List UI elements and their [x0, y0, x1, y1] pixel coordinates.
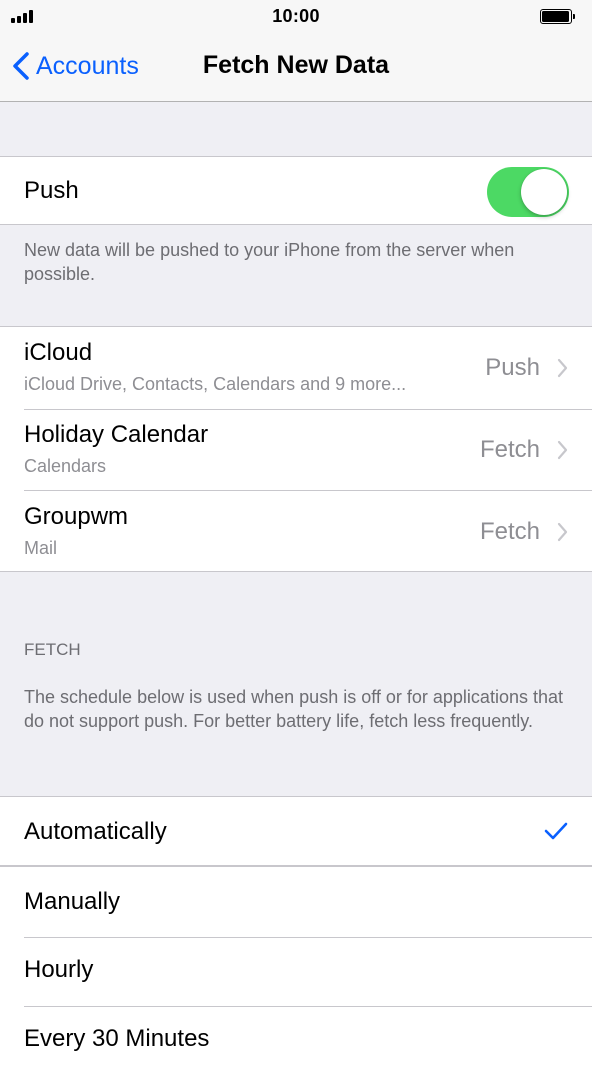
account-detail: iCloud Drive, Contacts, Calendars and 9 …: [24, 374, 407, 394]
account-fetch-value: Push: [485, 354, 540, 381]
push-label: Push: [24, 177, 79, 204]
fetch-section-header: FETCH: [24, 640, 81, 659]
account-detail: Calendars: [24, 456, 107, 476]
navigation-bar: Accounts Fetch New Data: [0, 34, 592, 102]
fetch-options-group: Automatically Manually Hourly Every 30 M…: [0, 796, 592, 1067]
fetch-option-every-30-minutes[interactable]: Every 30 Minutes: [0, 1007, 592, 1067]
chevron-right-icon: [557, 440, 568, 460]
fetch-option-hourly[interactable]: Hourly: [0, 938, 592, 1006]
push-group: Push: [0, 156, 592, 225]
account-row-holiday-calendar[interactable]: Holiday Calendar Calendars Fetch: [0, 410, 592, 490]
status-time: 10:00: [272, 6, 320, 26]
chevron-right-icon: [557, 522, 568, 542]
battery-icon: [540, 9, 576, 24]
account-name: Holiday Calendar: [24, 421, 209, 448]
fetch-option-label: Every 30 Minutes: [24, 1025, 210, 1052]
status-bar: 10:00: [0, 0, 592, 34]
toggle-knob: [521, 169, 567, 215]
account-row-icloud[interactable]: iCloud iCloud Drive, Contacts, Calendars…: [0, 327, 592, 409]
page-title-text: Fetch New Data: [202, 51, 390, 79]
push-toggle[interactable]: [487, 167, 569, 217]
account-name: Groupwm: [24, 503, 129, 530]
accounts-group: iCloud iCloud Drive, Contacts, Calendars…: [0, 326, 592, 572]
checkmark-icon: [544, 822, 568, 840]
fetch-option-label: Hourly: [24, 956, 94, 983]
account-name: iCloud: [24, 339, 93, 366]
fetch-option-automatically[interactable]: Automatically: [0, 797, 592, 865]
push-footer: New data will be pushed to your iPhone f…: [24, 240, 515, 284]
fetch-footer: The schedule below is used when push is …: [24, 687, 563, 731]
account-detail: Mail: [24, 538, 58, 558]
account-row-groupwm[interactable]: Groupwm Mail Fetch: [0, 491, 592, 571]
fetch-option-manually[interactable]: Manually: [0, 867, 592, 937]
chevron-right-icon: [557, 358, 568, 378]
account-fetch-value: Fetch: [479, 518, 540, 545]
fetch-option-label: Manually: [24, 888, 121, 915]
fetch-option-label: Automatically: [24, 818, 167, 845]
account-fetch-value: Fetch: [479, 436, 540, 463]
page-title: Fetch New Data: [0, 51, 592, 80]
